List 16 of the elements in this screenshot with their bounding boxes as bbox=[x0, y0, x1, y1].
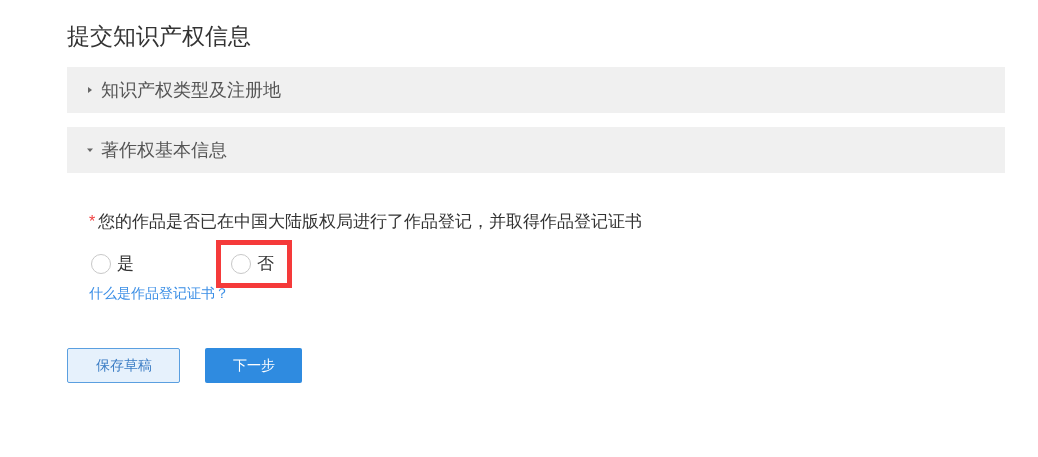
section-header[interactable]: 著作权基本信息 bbox=[67, 127, 1005, 173]
radio-option[interactable]: 否 bbox=[231, 250, 274, 277]
section-header[interactable]: 知识产权类型及注册地 bbox=[67, 67, 1005, 113]
page-title: 提交知识产权信息 bbox=[67, 22, 252, 51]
help-link[interactable]: 什么是作品登记证书？ bbox=[89, 282, 229, 304]
section-title: 著作权基本信息 bbox=[101, 138, 227, 162]
save-draft-button[interactable]: 保存草稿 bbox=[67, 347, 180, 383]
question-text: 您的作品是否已在中国大陆版权局进行了作品登记，并取得作品登记证书 bbox=[98, 211, 643, 233]
radio-button[interactable] bbox=[231, 253, 251, 274]
caret-down-icon bbox=[87, 147, 93, 153]
required-mark: * bbox=[89, 211, 96, 232]
next-button[interactable]: 下一步 bbox=[205, 347, 302, 383]
radio-button[interactable] bbox=[91, 253, 111, 274]
caret-right-icon bbox=[87, 87, 93, 93]
radio-option[interactable]: 是 bbox=[91, 250, 134, 277]
section-title: 知识产权类型及注册地 bbox=[101, 78, 281, 102]
